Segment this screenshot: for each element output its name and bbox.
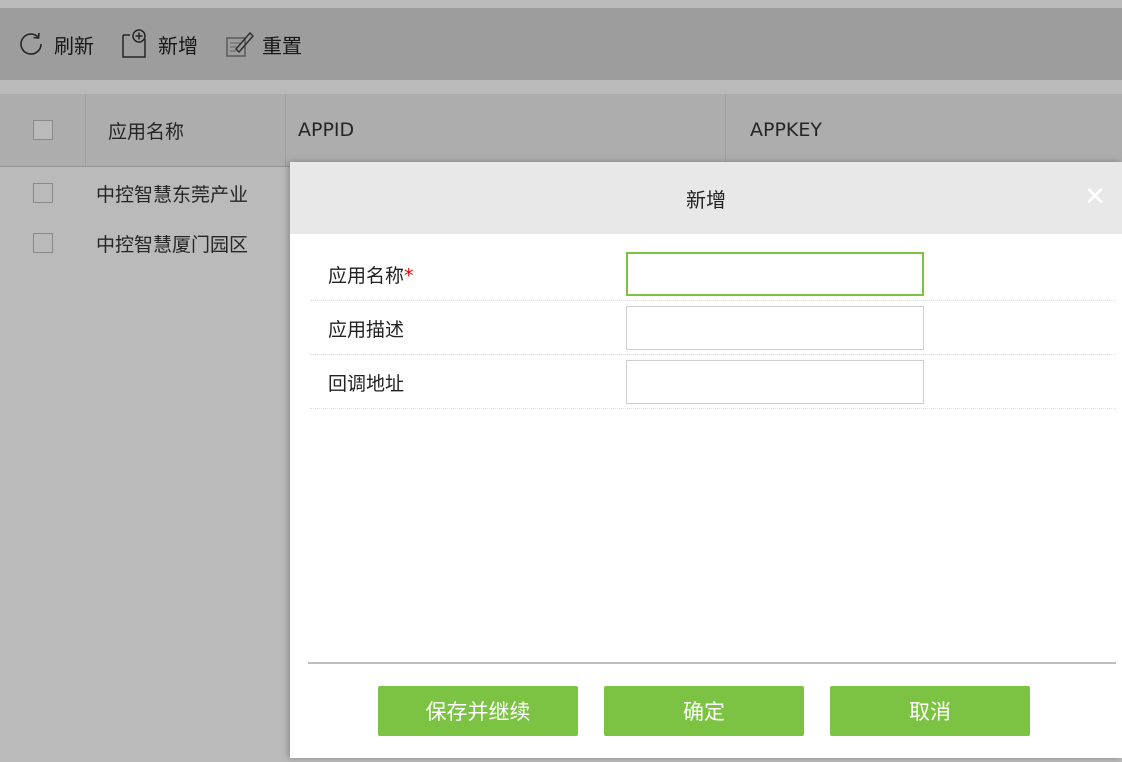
app-name-input[interactable] [626, 252, 924, 296]
callback-url-label: 回调地址 [328, 372, 405, 395]
callback-url-input[interactable] [626, 360, 924, 404]
form-row-callback-url: 回调地址 [310, 356, 1116, 409]
form-row-app-name: 应用名称* [310, 248, 1116, 301]
required-mark: * [404, 264, 414, 287]
close-icon[interactable]: ✕ [1082, 184, 1108, 210]
confirm-button[interactable]: 确定 [604, 686, 804, 736]
app-description-input[interactable] [626, 306, 924, 350]
app-name-label: 应用名称* [328, 264, 414, 287]
footer-divider [308, 662, 1116, 664]
app-description-label: 应用描述 [328, 318, 405, 341]
cancel-button[interactable]: 取消 [830, 686, 1030, 736]
form-row-app-description: 应用描述 [310, 302, 1116, 355]
add-dialog: 新增 ✕ 应用名称* 应用描述 回调地址 保存并继续 确定 取消 [290, 162, 1122, 758]
dialog-title: 新增 [686, 187, 726, 212]
save-and-continue-button[interactable]: 保存并继续 [378, 686, 578, 736]
dialog-header: 新增 ✕ [290, 162, 1122, 234]
